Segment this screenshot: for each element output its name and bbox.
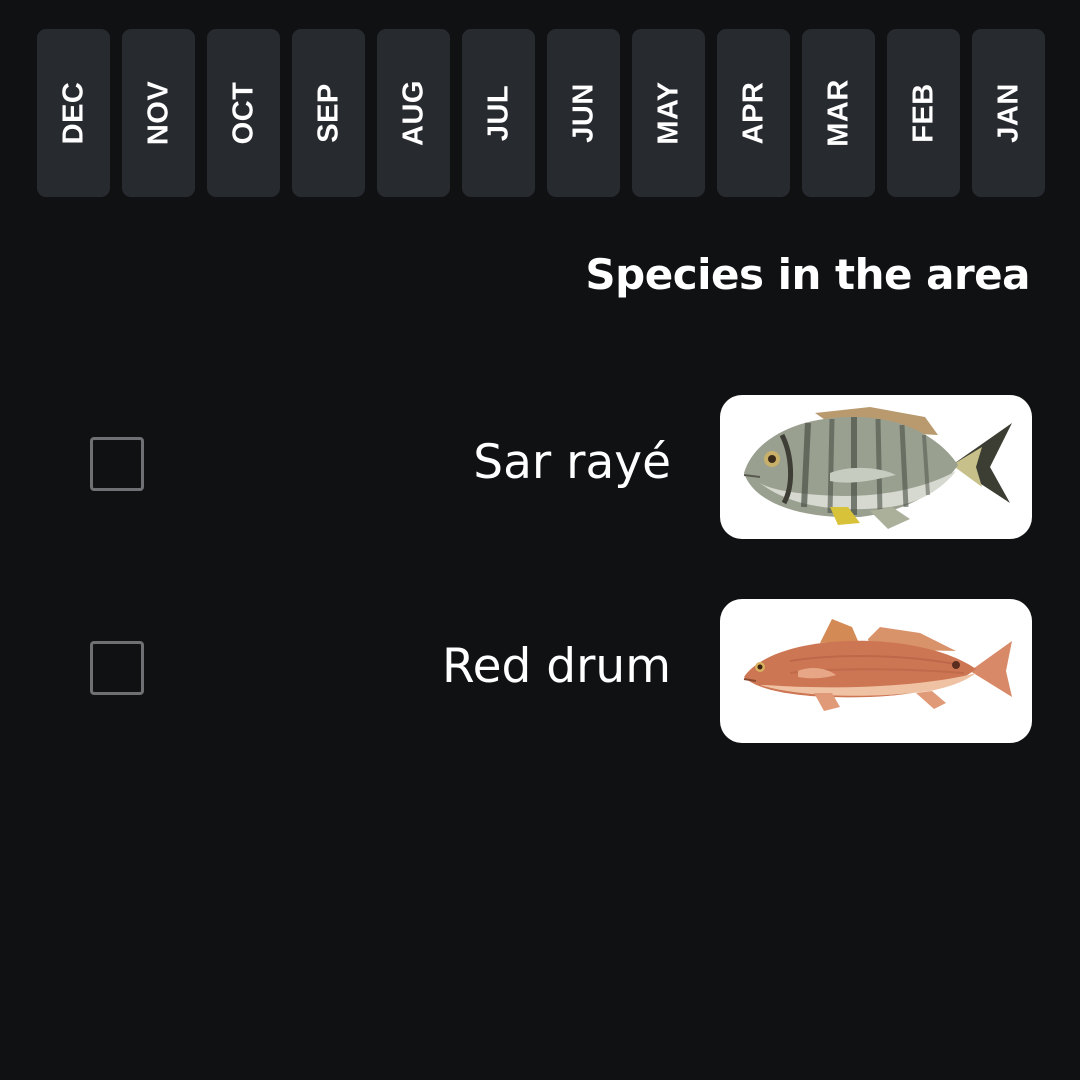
species-image-card[interactable]	[720, 395, 1032, 539]
species-screen: DEC NOV OCT SEP AUG JUL JUN MAY APR MAR …	[0, 0, 1080, 1080]
month-label: NOV	[142, 80, 174, 146]
species-row: Sar rayé	[0, 395, 1080, 539]
species-row: Red drum	[0, 599, 1080, 743]
section-title: Species in the area	[585, 250, 1030, 299]
month-tile-feb[interactable]: FEB	[887, 29, 960, 197]
month-selector: DEC NOV OCT SEP AUG JUL JUN MAY APR MAR …	[37, 29, 1045, 197]
species-checkbox[interactable]	[90, 437, 144, 491]
month-label: JUN	[567, 83, 599, 143]
month-label: OCT	[227, 81, 259, 145]
species-checkbox[interactable]	[90, 641, 144, 695]
species-image-card[interactable]	[720, 599, 1032, 743]
month-tile-mar[interactable]: MAR	[802, 29, 875, 197]
month-tile-aug[interactable]: AUG	[377, 29, 450, 197]
month-label: DEC	[57, 81, 89, 145]
month-label: JUL	[482, 84, 514, 142]
month-tile-apr[interactable]: APR	[717, 29, 790, 197]
month-label: MAR	[822, 79, 854, 147]
month-tile-dec[interactable]: DEC	[37, 29, 110, 197]
red-drum-image	[743, 619, 1012, 711]
month-tile-nov[interactable]: NOV	[122, 29, 195, 197]
month-tile-oct[interactable]: OCT	[207, 29, 280, 197]
species-name: Sar rayé	[473, 435, 671, 490]
month-label: APR	[737, 81, 769, 145]
month-label: AUG	[397, 80, 429, 146]
month-tile-jul[interactable]: JUL	[462, 29, 535, 197]
striped-seabream-image	[743, 407, 1012, 529]
month-label: FEB	[907, 83, 939, 143]
month-label: JAN	[992, 83, 1024, 143]
species-name: Red drum	[442, 639, 671, 694]
month-tile-sep[interactable]: SEP	[292, 29, 365, 197]
month-label: MAY	[652, 81, 684, 145]
month-tile-may[interactable]: MAY	[632, 29, 705, 197]
month-label: SEP	[312, 83, 344, 143]
month-tile-jan[interactable]: JAN	[972, 29, 1045, 197]
month-tile-jun[interactable]: JUN	[547, 29, 620, 197]
